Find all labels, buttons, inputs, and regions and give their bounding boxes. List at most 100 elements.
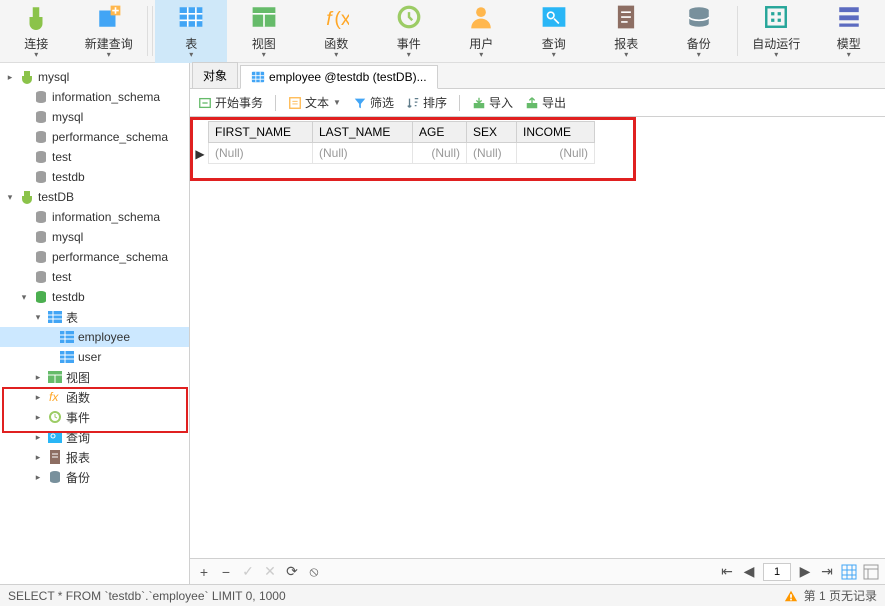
add-row-button[interactable]: +	[196, 564, 212, 580]
next-page-button[interactable]: ▶	[797, 564, 813, 580]
separator	[459, 95, 460, 111]
toolbar-report-button[interactable]: 报表▾	[590, 0, 663, 63]
folder-functions[interactable]: ▸fx函数	[0, 387, 189, 407]
cell-null[interactable]: (Null)	[313, 143, 413, 164]
tree-toggle-icon[interactable]: ▸	[4, 72, 16, 83]
grid-view-icon[interactable]	[841, 564, 857, 580]
plug-icon	[22, 3, 50, 31]
apply-button[interactable]: ✓	[240, 564, 256, 580]
main-toolbar: 连接▾新建查询▾表▾视图▾f(x)函数▾事件▾用户▾查询▾报表▾备份▾自动运行▾…	[0, 0, 885, 63]
toolbar-auto-button[interactable]: 自动运行▾	[740, 0, 813, 63]
folder-events[interactable]: ▸事件	[0, 407, 189, 427]
db-information_schema[interactable]: information_schema	[0, 207, 189, 227]
cell-null[interactable]: (Null)	[517, 143, 595, 164]
form-view-icon[interactable]	[863, 564, 879, 580]
tab-label: employee @testdb (testDB)...	[269, 70, 427, 84]
tab-employee[interactable]: employee @testdb (testDB)...	[240, 65, 438, 89]
table-user[interactable]: user	[0, 347, 189, 367]
tree-toggle-icon[interactable]: ▾	[4, 192, 16, 203]
page-input[interactable]	[763, 563, 791, 581]
toolbar-model-button[interactable]: 模型▾	[812, 0, 885, 63]
cell-null[interactable]: (Null)	[413, 143, 467, 164]
folder-backups[interactable]: ▸备份	[0, 467, 189, 487]
toolbar-table-button[interactable]: 表▾	[155, 0, 228, 63]
toolbar-view-button[interactable]: 视图▾	[227, 0, 300, 63]
tree-toggle-icon[interactable]: ▾	[18, 292, 30, 303]
tree-label: 表	[66, 309, 78, 326]
text-button[interactable]: 文本 ▼	[288, 94, 341, 111]
dropdown-arrow-icon: ▾	[624, 50, 628, 59]
dropdown-arrow-icon: ▾	[407, 50, 411, 59]
folder-views[interactable]: ▸视图	[0, 367, 189, 387]
content-panel: 对象 employee @testdb (testDB)... 开始事务 文本 …	[190, 63, 885, 584]
cell-null[interactable]: (Null)	[209, 143, 313, 164]
column-header[interactable]: INCOME	[517, 122, 595, 143]
tree-toggle-icon[interactable]: ▾	[32, 312, 44, 323]
toolbar-query-button[interactable]: 查询▾	[517, 0, 590, 63]
column-header[interactable]: FIRST_NAME	[209, 122, 313, 143]
first-page-button[interactable]: ⇤	[719, 564, 735, 580]
db-information_schema[interactable]: information_schema	[0, 87, 189, 107]
last-page-button[interactable]: ⇥	[819, 564, 835, 580]
toolbar-new-query-button[interactable]: 新建查询▾	[73, 0, 146, 63]
toolbar-fx-button[interactable]: f(x)函数▾	[300, 0, 373, 63]
column-header[interactable]: SEX	[467, 122, 517, 143]
connection-testDB[interactable]: ▾testDB	[0, 187, 189, 207]
db-test[interactable]: test	[0, 267, 189, 287]
toolbar-plug-button[interactable]: 连接▾	[0, 0, 73, 63]
text-icon	[288, 96, 302, 110]
table-container: ▶ FIRST_NAMELAST_NAMEAGESEXINCOME (Null)…	[190, 117, 885, 558]
connection-mysql[interactable]: ▸mysql	[0, 67, 189, 87]
toolbar-clock-button[interactable]: 事件▾	[372, 0, 445, 63]
data-grid[interactable]: FIRST_NAMELAST_NAMEAGESEXINCOME (Null)(N…	[208, 121, 595, 164]
db-testdb[interactable]: testdb	[0, 167, 189, 187]
backup-icon	[685, 3, 713, 31]
db-performance_schema[interactable]: performance_schema	[0, 247, 189, 267]
tree-toggle-icon[interactable]: ▸	[32, 472, 44, 483]
export-label: 导出	[542, 94, 566, 111]
main-area: ▸mysqlinformation_schemamysqlperformance…	[0, 63, 885, 584]
folder-queries[interactable]: ▸查询	[0, 427, 189, 447]
db-testdb-open[interactable]: ▾ testdb	[0, 287, 189, 307]
tree-toggle-icon[interactable]: ▸	[32, 432, 44, 443]
tab-objects[interactable]: 对象	[192, 62, 238, 88]
folder-reports[interactable]: ▸报表	[0, 447, 189, 467]
tree-toggle-icon[interactable]: ▸	[32, 452, 44, 463]
tree-label: performance_schema	[52, 130, 168, 144]
prev-page-button[interactable]: ◀	[741, 564, 757, 580]
sidebar: ▸mysqlinformation_schemamysqlperformance…	[0, 63, 190, 584]
table-employee[interactable]: employee	[0, 327, 189, 347]
cell-null[interactable]: (Null)	[467, 143, 517, 164]
db-mysql[interactable]: mysql	[0, 227, 189, 247]
tree-label: testdb	[52, 290, 85, 304]
db-test[interactable]: test	[0, 147, 189, 167]
cancel-button[interactable]: ✕	[262, 564, 278, 580]
column-header[interactable]: AGE	[413, 122, 467, 143]
filter-button[interactable]: 筛选	[353, 94, 394, 111]
database-icon	[33, 169, 49, 185]
model-icon	[835, 3, 863, 31]
tree-label: information_schema	[52, 90, 160, 104]
tree-toggle-icon[interactable]: ▸	[32, 392, 44, 403]
toolbar-backup-button[interactable]: 备份▾	[662, 0, 735, 63]
sort-button[interactable]: 排序	[406, 94, 447, 111]
column-header[interactable]: LAST_NAME	[313, 122, 413, 143]
folder-tables[interactable]: ▾表	[0, 307, 189, 327]
sort-icon	[406, 96, 420, 110]
toolbar-user-button[interactable]: 用户▾	[445, 0, 518, 63]
refresh-button[interactable]: ⟳	[284, 564, 300, 580]
dropdown-arrow-icon: ▾	[334, 50, 338, 59]
delete-row-button[interactable]: −	[218, 564, 234, 580]
stop-button[interactable]: ⦸	[306, 564, 322, 580]
tree-label: 函数	[66, 389, 90, 406]
tree-toggle-icon[interactable]: ▸	[32, 412, 44, 423]
tree-toggle-icon[interactable]: ▸	[32, 372, 44, 383]
text-label: 文本	[305, 94, 329, 111]
export-button[interactable]: 导出	[525, 94, 566, 111]
svg-text:f: f	[326, 8, 334, 30]
import-button[interactable]: 导入	[472, 94, 513, 111]
db-mysql[interactable]: mysql	[0, 107, 189, 127]
begin-transaction-button[interactable]: 开始事务	[198, 94, 263, 111]
query-icon	[47, 429, 63, 445]
db-performance_schema[interactable]: performance_schema	[0, 127, 189, 147]
